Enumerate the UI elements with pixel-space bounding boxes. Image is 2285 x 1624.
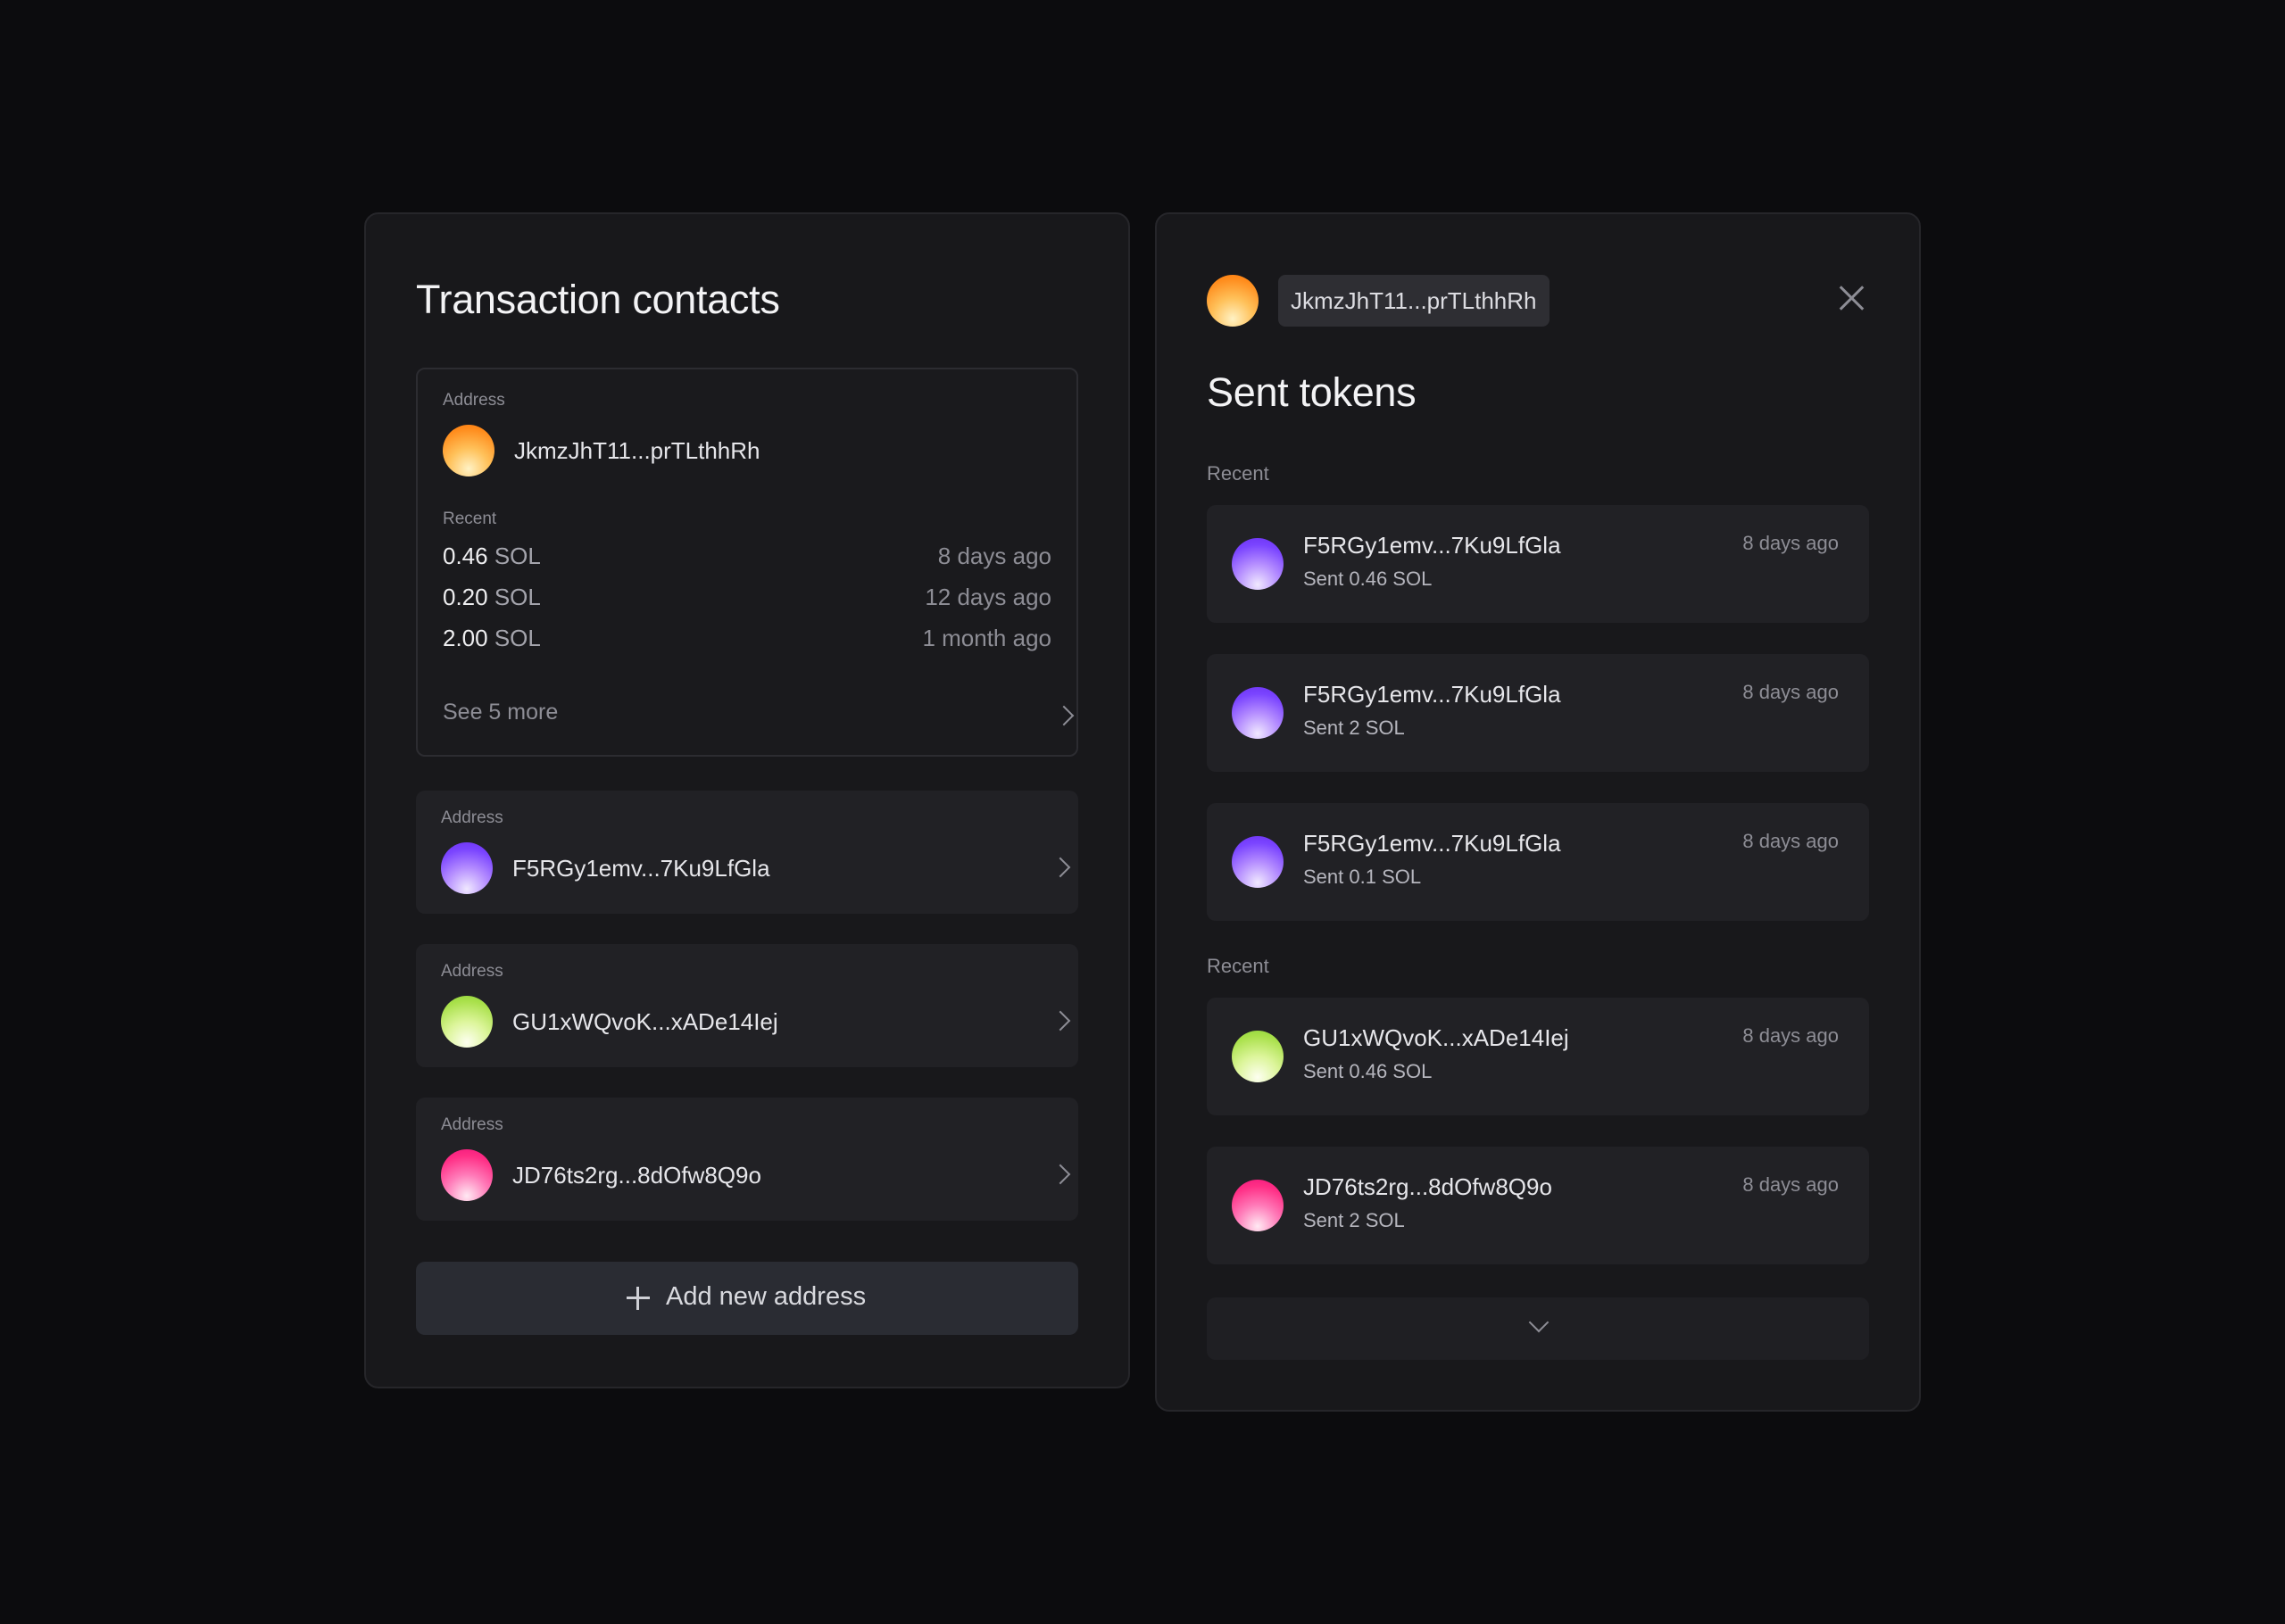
avatar: [1232, 1180, 1284, 1231]
amount: 2.00 SOL: [443, 625, 541, 651]
contact-card[interactable]: Address JD76ts2rg...8dOfw8Q9o: [416, 1098, 1078, 1221]
transaction-address: GU1xWQvoK...xADe14Iej: [1303, 1024, 1569, 1051]
amount: 0.46 SOL: [443, 543, 541, 569]
group-label: Recent: [1207, 462, 1269, 485]
group-label: Recent: [1207, 955, 1269, 977]
close-icon[interactable]: [1835, 282, 1867, 314]
avatar: [441, 1149, 493, 1201]
contact-address: GU1xWQvoK...xADe14Iej: [512, 1008, 778, 1035]
see-more-link[interactable]: See 5 more: [443, 700, 558, 725]
contact-address: F5RGy1emv...7Ku9LfGla: [512, 855, 770, 882]
contact-address: JD76ts2rg...8dOfw8Q9o: [512, 1162, 761, 1189]
chevron-right-icon[interactable]: [1050, 857, 1071, 878]
load-more-button[interactable]: [1207, 1297, 1869, 1360]
avatar: [1232, 1031, 1284, 1082]
avatar: [1232, 687, 1284, 739]
avatar: [441, 842, 493, 894]
sent-tokens-panel: JkmzJhT11...prTLthhRh Sent tokens Recent…: [1155, 212, 1921, 1412]
transaction-address: F5RGy1emv...7Ku9LfGla: [1303, 830, 1561, 857]
timestamp: 8 days ago: [1742, 830, 1839, 852]
address-chip[interactable]: JkmzJhT11...prTLthhRh: [1278, 275, 1550, 327]
page-title: Transaction contacts: [416, 277, 780, 322]
transaction-item[interactable]: JD76ts2rg...8dOfw8Q9o Sent 2 SOL 8 days …: [1207, 1147, 1869, 1264]
timestamp: 8 days ago: [937, 543, 1051, 569]
plus-icon: [627, 1287, 650, 1310]
transaction-address: JD76ts2rg...8dOfw8Q9o: [1303, 1173, 1552, 1200]
chevron-right-icon[interactable]: [1053, 705, 1075, 726]
contact-address: JkmzJhT11...prTLthhRh: [514, 437, 760, 464]
recent-label: Recent: [443, 510, 497, 528]
recent-transaction-row: 2.00 SOL 1 month ago: [443, 625, 1051, 660]
transaction-amount: Sent 2 SOL: [1303, 717, 1405, 739]
timestamp: 8 days ago: [1742, 1024, 1839, 1047]
address-label: Address: [441, 808, 503, 827]
contact-card[interactable]: Address F5RGy1emv...7Ku9LfGla: [416, 791, 1078, 914]
add-new-address-button[interactable]: Add new address: [416, 1262, 1078, 1335]
avatar: [1232, 836, 1284, 888]
transaction-address: F5RGy1emv...7Ku9LfGla: [1303, 532, 1561, 559]
timestamp: 12 days ago: [925, 584, 1051, 610]
chevron-down-icon: [1528, 1312, 1550, 1333]
avatar: [441, 996, 493, 1048]
transaction-amount: Sent 0.1 SOL: [1303, 866, 1422, 888]
chevron-right-icon[interactable]: [1050, 1164, 1071, 1185]
avatar: [443, 425, 494, 476]
amount: 0.20 SOL: [443, 584, 541, 610]
transaction-amount: Sent 0.46 SOL: [1303, 1060, 1433, 1082]
chevron-right-icon[interactable]: [1050, 1010, 1071, 1032]
avatar: [1232, 538, 1284, 590]
address-label: Address: [443, 391, 505, 410]
transaction-address: F5RGy1emv...7Ku9LfGla: [1303, 681, 1561, 708]
recent-transaction-row: 0.46 SOL 8 days ago: [443, 543, 1051, 578]
transaction-contacts-panel: Transaction contacts Address JkmzJhT11..…: [364, 212, 1130, 1388]
contact-card[interactable]: Address GU1xWQvoK...xADe14Iej: [416, 944, 1078, 1067]
timestamp: 1 month ago: [922, 625, 1051, 651]
transaction-amount: Sent 2 SOL: [1303, 1209, 1405, 1231]
recent-transaction-row: 0.20 SOL 12 days ago: [443, 584, 1051, 619]
transaction-item[interactable]: F5RGy1emv...7Ku9LfGla Sent 0.46 SOL 8 da…: [1207, 505, 1869, 623]
timestamp: 8 days ago: [1742, 1173, 1839, 1196]
address-label: Address: [441, 1115, 503, 1134]
transaction-amount: Sent 0.46 SOL: [1303, 568, 1433, 590]
contact-card-expanded[interactable]: Address JkmzJhT11...prTLthhRh Recent 0.4…: [416, 368, 1078, 757]
address-label: Address: [441, 962, 503, 981]
transaction-item[interactable]: F5RGy1emv...7Ku9LfGla Sent 2 SOL 8 days …: [1207, 654, 1869, 772]
transaction-item[interactable]: F5RGy1emv...7Ku9LfGla Sent 0.1 SOL 8 day…: [1207, 803, 1869, 921]
add-new-address-label: Add new address: [666, 1282, 867, 1311]
timestamp: 8 days ago: [1742, 681, 1839, 703]
section-title: Sent tokens: [1207, 369, 1417, 415]
transaction-item[interactable]: GU1xWQvoK...xADe14Iej Sent 0.46 SOL 8 da…: [1207, 998, 1869, 1115]
avatar: [1207, 275, 1259, 327]
timestamp: 8 days ago: [1742, 532, 1839, 554]
